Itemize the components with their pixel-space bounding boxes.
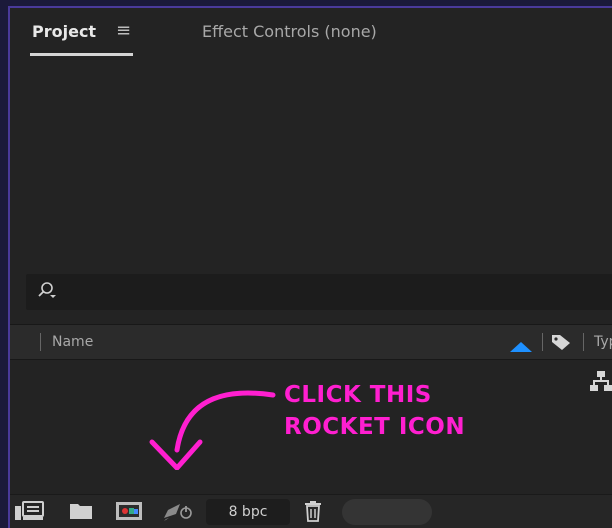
preview-area [10, 62, 612, 272]
column-header-type[interactable]: Typ [594, 334, 612, 350]
column-header-row: Name Typ [10, 324, 612, 360]
rocket-renderer-icon[interactable] [162, 500, 196, 526]
tab-effect-controls[interactable]: Effect Controls (none) [202, 22, 377, 41]
new-composition-icon[interactable] [114, 500, 144, 526]
search-icon[interactable] [36, 280, 58, 306]
tab-project[interactable]: Project [32, 22, 96, 41]
annotation-callout: CLICK THIS ROCKET ICON [284, 379, 465, 443]
tab-bar: Project ≡ Effect Controls (none) [10, 8, 612, 62]
annotation-line-2: ROCKET ICON [284, 414, 466, 440]
annotation-line-1: CLICK THIS [284, 382, 432, 408]
column-separator[interactable] [583, 333, 584, 351]
bit-depth-button[interactable]: 8 bpc [206, 499, 290, 525]
interpret-footage-icon[interactable] [14, 500, 44, 526]
flowchart-icon[interactable] [590, 370, 612, 396]
thumbnail-size-slider[interactable] [342, 499, 432, 525]
panel-menu-icon[interactable]: ≡ [116, 20, 131, 41]
search-input[interactable] [26, 274, 612, 310]
label-tag-icon[interactable] [551, 333, 571, 355]
column-separator[interactable] [40, 333, 41, 351]
bottom-toolbar: 8 bpc [10, 494, 612, 528]
new-folder-icon[interactable] [68, 500, 94, 526]
sort-ascending-icon[interactable] [510, 337, 532, 356]
column-separator[interactable] [542, 333, 543, 351]
active-tab-indicator [30, 53, 133, 56]
column-header-name[interactable]: Name [52, 334, 93, 350]
trash-icon[interactable] [302, 500, 324, 526]
annotation-arrow [149, 390, 276, 470]
project-panel: Project ≡ Effect Controls (none) Name Ty… [8, 6, 612, 528]
